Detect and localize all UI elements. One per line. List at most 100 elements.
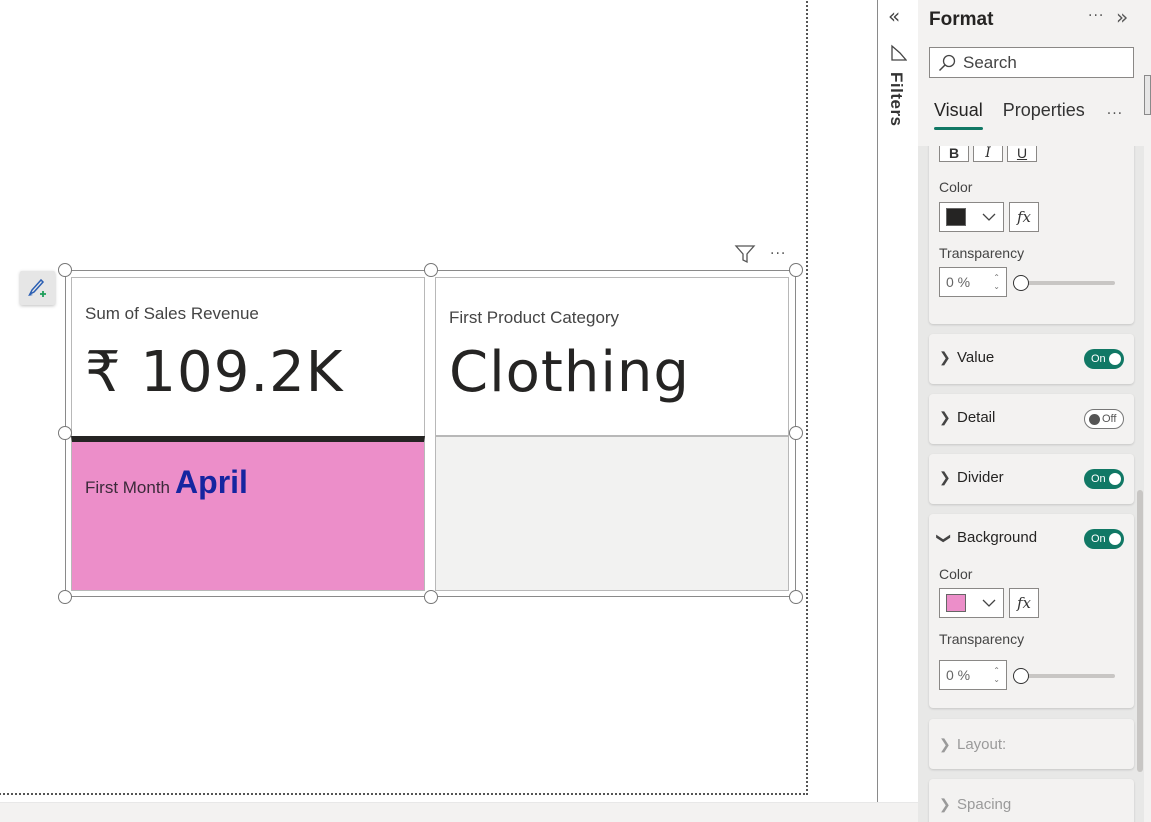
section-layout[interactable]: ❯ Layout:: [929, 719, 1134, 769]
transparency-label: Transparency: [939, 245, 1025, 261]
format-visual-button[interactable]: [20, 271, 55, 305]
resize-handle[interactable]: [789, 590, 803, 604]
color-swatch: [946, 594, 966, 612]
card-first-month[interactable]: First Month April: [71, 436, 425, 591]
format-pane-scroll[interactable]: B I U Color fx Transparency 0 % ⌃ ⌄ ❯ Va…: [918, 146, 1144, 822]
background-toggle[interactable]: On: [1084, 529, 1124, 549]
resize-handle[interactable]: [58, 590, 72, 604]
search-input[interactable]: [963, 52, 1123, 73]
font-color-picker[interactable]: [939, 202, 1004, 232]
visual-header: ···: [734, 244, 786, 264]
section-value[interactable]: ❯ Value On: [929, 334, 1134, 384]
slider-track: [1019, 674, 1115, 678]
text-style-buttons: B I U: [939, 146, 1037, 162]
detail-toggle[interactable]: Off: [1084, 409, 1124, 429]
toggle-label: Off: [1102, 413, 1117, 425]
transparency-input[interactable]: 0 % ⌃ ⌄: [939, 660, 1007, 690]
transparency-input[interactable]: 0 % ⌃ ⌄: [939, 267, 1007, 297]
format-pane-header: Format ··· » Visual Properties ···: [918, 0, 1144, 146]
page-tabs-bar: [0, 802, 918, 822]
chevron-right-icon: ❯: [939, 469, 951, 485]
section-label: Detail: [957, 409, 996, 426]
search-box[interactable]: [929, 47, 1134, 78]
chevron-right-icon: ❯: [939, 796, 951, 812]
slider-thumb[interactable]: [1013, 275, 1029, 291]
toggle-knob: [1109, 533, 1121, 545]
format-pane-scrollbar[interactable]: [1137, 490, 1143, 772]
filter-icon: [891, 44, 907, 61]
more-options-icon[interactable]: ···: [1088, 8, 1104, 24]
slider-track: [1019, 281, 1115, 285]
resize-handle[interactable]: [58, 426, 72, 440]
section-label: Spacing: [957, 796, 1012, 813]
underline-button[interactable]: U: [1007, 146, 1037, 162]
divider-toggle[interactable]: On: [1084, 469, 1124, 489]
resize-handle[interactable]: [789, 426, 803, 440]
side-strip: [1144, 0, 1151, 822]
collapse-icon[interactable]: «: [888, 6, 900, 26]
resize-handle[interactable]: [789, 263, 803, 277]
tab-visual[interactable]: Visual: [934, 100, 983, 130]
transparency-value: 0 %: [946, 274, 971, 290]
transparency-value: 0 %: [946, 667, 971, 683]
card-sales-revenue[interactable]: Sum of Sales Revenue ₹ 109.2K: [71, 277, 425, 437]
spinner-arrows-icon[interactable]: ⌃ ⌄: [993, 273, 1000, 291]
chevron-down-icon: [982, 213, 996, 221]
card-product-category[interactable]: First Product Category Clothing: [435, 277, 789, 436]
conditional-format-button[interactable]: fx: [1009, 588, 1039, 618]
tabs-more-icon[interactable]: ···: [1107, 106, 1123, 122]
filters-pane-collapsed[interactable]: « Filters: [878, 0, 918, 802]
more-options-icon[interactable]: ···: [770, 247, 786, 261]
toggle-label: On: [1091, 473, 1106, 485]
section-label: Layout:: [957, 736, 1007, 753]
card-label: First Product Category: [449, 308, 620, 327]
section-header: ❯ Divider: [939, 469, 1004, 486]
transparency-label: Transparency: [939, 631, 1025, 647]
card-label: First Month: [85, 478, 171, 497]
resize-handle[interactable]: [58, 263, 72, 277]
chevron-right-icon: ❯: [939, 736, 951, 752]
toggle-knob: [1109, 353, 1121, 365]
format-tabs: Visual Properties ···: [934, 100, 1123, 130]
transparency-slider[interactable]: [1013, 275, 1117, 291]
chevron-down-icon: ❯: [936, 532, 953, 545]
section-background: ❯ Background On Color fx Transparency 0 …: [929, 514, 1134, 708]
section-label: Divider: [957, 469, 1004, 486]
section-header: ❯ Spacing: [939, 796, 1011, 813]
pane-title: Format: [929, 9, 994, 30]
conditional-format-button[interactable]: fx: [1009, 202, 1039, 232]
report-canvas[interactable]: ··· Sum of Sales Revenue ₹ 109.2K First …: [0, 0, 878, 822]
color-label: Color: [939, 566, 973, 582]
section-detail[interactable]: ❯ Detail Off: [929, 394, 1134, 444]
slider-thumb[interactable]: [1013, 668, 1029, 684]
expand-icon[interactable]: »: [1116, 5, 1128, 29]
resize-handle[interactable]: [424, 263, 438, 277]
section-divider[interactable]: ❯ Divider On: [929, 454, 1134, 504]
toggle-knob: [1089, 413, 1100, 425]
card-empty[interactable]: [435, 436, 789, 591]
side-pane-tab[interactable]: [1144, 75, 1151, 115]
card-label: Sum of Sales Revenue: [85, 304, 259, 323]
section-header: ❯ Layout:: [939, 736, 1006, 753]
color-label: Color: [939, 179, 973, 195]
transparency-slider[interactable]: [1013, 668, 1117, 684]
chevron-right-icon: ❯: [939, 349, 951, 365]
background-color-picker[interactable]: [939, 588, 1004, 618]
filter-icon[interactable]: [734, 244, 756, 264]
tab-properties[interactable]: Properties: [1003, 100, 1085, 127]
format-pane: Format ··· » Visual Properties ··· B: [918, 0, 1144, 822]
section-header: ❯ Detail: [939, 409, 995, 426]
toggle-label: On: [1091, 353, 1106, 365]
filters-label[interactable]: Filters: [886, 72, 906, 127]
search-icon: [938, 54, 956, 71]
resize-handle[interactable]: [424, 590, 438, 604]
italic-button[interactable]: I: [973, 146, 1003, 162]
spinner-arrows-icon[interactable]: ⌃ ⌄: [993, 666, 1000, 684]
value-toggle[interactable]: On: [1084, 349, 1124, 369]
section-header[interactable]: ❯ Background: [936, 529, 1038, 546]
paintbrush-icon: [27, 278, 46, 297]
chevron-down-icon: [982, 599, 996, 607]
section-header: ❯ Value: [939, 349, 994, 366]
section-spacing[interactable]: ❯ Spacing: [929, 779, 1134, 822]
bold-button[interactable]: B: [939, 146, 969, 162]
